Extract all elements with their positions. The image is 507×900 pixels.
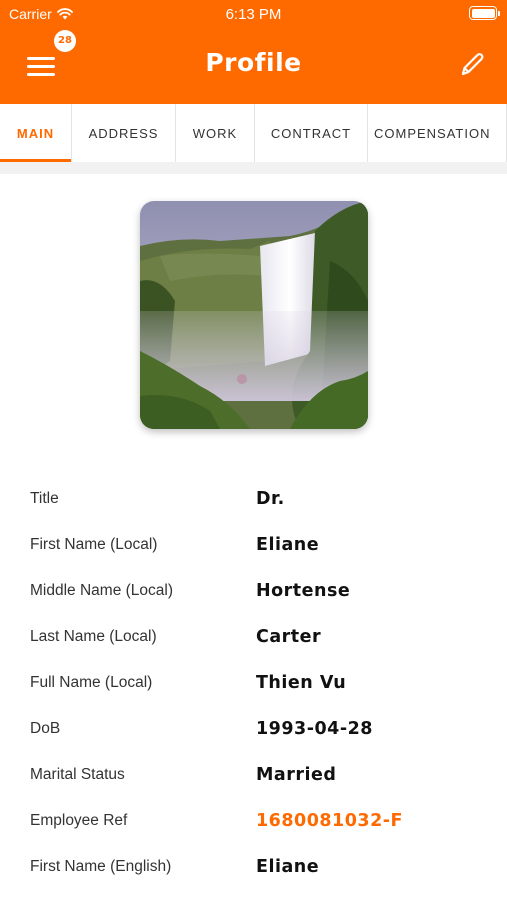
pencil-icon	[461, 53, 484, 76]
profile-photo[interactable]	[140, 201, 368, 429]
field-label: Full Name (Local)	[30, 674, 153, 691]
field-row-last-name-local: Last Name (Local) Carter	[30, 614, 490, 660]
profile-details: Title Dr. First Name (Local) Eliane Midd…	[30, 476, 490, 890]
field-label: Last Name (Local)	[30, 628, 157, 645]
edit-button[interactable]	[457, 50, 487, 80]
field-label: DoB	[30, 720, 61, 737]
battery-icon	[469, 6, 500, 20]
field-row-full-name-local: Full Name (Local) Thien Vu	[30, 660, 490, 706]
tab-contract-label: CONTRACT	[270, 125, 352, 141]
field-value: Carter	[256, 627, 322, 647]
tab-work-label: WORK	[192, 125, 238, 141]
field-value: Hortense	[256, 581, 351, 601]
tab-address-label: ADDRESS	[88, 125, 159, 141]
tab-compensation-label: COMPENSATION	[374, 125, 491, 141]
waterfall-landscape-photo	[140, 201, 368, 429]
tab-work[interactable]: WORK	[176, 104, 255, 162]
status-bar: Carrier 6:13 PM	[0, 0, 507, 28]
tab-address[interactable]: ADDRESS	[72, 104, 176, 162]
tab-main-label: MAIN	[16, 125, 55, 141]
status-time: 6:13 PM	[225, 6, 282, 23]
field-row-title: Title Dr.	[30, 476, 490, 522]
field-label: Marital Status	[30, 766, 125, 783]
field-label: Middle Name (Local)	[30, 582, 173, 599]
field-label: First Name (English)	[30, 858, 172, 875]
field-value: Married	[256, 765, 337, 785]
employee-ref-link[interactable]: 1680081032-F	[256, 811, 403, 831]
page-title: Profile	[205, 48, 302, 77]
field-value: Thien Vu	[256, 673, 347, 693]
app-header: Carrier 6:13 PM 28 Profile	[0, 0, 507, 104]
field-label: First Name (Local)	[30, 536, 158, 553]
field-row-marital-status: Marital Status Married	[30, 752, 490, 798]
tab-compensation[interactable]: COMPENSATION	[368, 104, 507, 162]
section-divider	[0, 162, 507, 174]
field-value: 1993-04-28	[256, 719, 373, 739]
field-value: Dr.	[256, 489, 285, 509]
tab-contract[interactable]: CONTRACT	[255, 104, 368, 162]
tab-bar: MAIN ADDRESS WORK CONTRACT COMPENSATION	[0, 104, 507, 162]
field-value: Eliane	[256, 857, 320, 877]
field-label: Title	[30, 490, 59, 507]
field-row-first-name-local: First Name (Local) Eliane	[30, 522, 490, 568]
field-value: Eliane	[256, 535, 320, 555]
field-label: Employee Ref	[30, 812, 128, 829]
field-row-employee-ref: Employee Ref 1680081032-F	[30, 798, 490, 844]
tab-main[interactable]: MAIN	[0, 104, 72, 162]
field-row-dob: DoB 1993-04-28	[30, 706, 490, 752]
field-row-middle-name-local: Middle Name (Local) Hortense	[30, 568, 490, 614]
field-row-first-name-english: First Name (English) Eliane	[30, 844, 490, 890]
